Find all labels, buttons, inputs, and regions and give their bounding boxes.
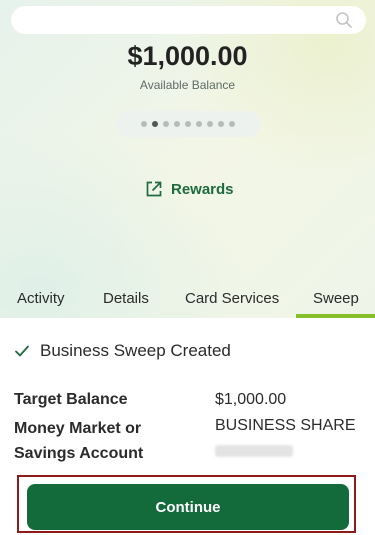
account-label: Money Market or Savings Account	[14, 420, 144, 462]
page-dot[interactable]	[152, 121, 158, 127]
sweep-status: Business Sweep Created	[14, 341, 231, 361]
masked-account-number	[215, 445, 293, 457]
page-dot[interactable]	[229, 121, 235, 127]
target-balance-value: $1,000.00	[215, 391, 287, 408]
tab-card-services[interactable]: Card Services	[185, 290, 279, 307]
account-tabs: Activity Details Card Services Sweep	[0, 282, 375, 318]
page-dot[interactable]	[196, 121, 202, 127]
target-balance-label: Target Balance	[14, 391, 128, 408]
page-dot[interactable]	[185, 121, 191, 127]
page-dot[interactable]	[218, 121, 224, 127]
page-dot[interactable]	[163, 121, 169, 127]
account-balance: $1,000.00	[127, 41, 248, 71]
balance-label: Available Balance	[139, 78, 236, 92]
external-link-icon	[146, 181, 162, 197]
rewards-link[interactable]: Rewards	[145, 178, 234, 200]
tab-sweep[interactable]: Sweep	[313, 290, 359, 307]
account-header: $1,000.00 Available Balance Rewards Acti…	[0, 0, 375, 318]
check-icon	[15, 345, 29, 357]
page-dot[interactable]	[174, 121, 180, 127]
search-input[interactable]	[11, 6, 366, 34]
tab-activity[interactable]: Activity	[17, 290, 65, 307]
page-dot[interactable]	[207, 121, 213, 127]
rewards-label: Rewards	[171, 180, 234, 198]
active-tab-indicator	[296, 314, 375, 318]
tab-details[interactable]: Details	[103, 290, 149, 307]
search-icon[interactable]	[335, 11, 353, 29]
account-value: BUSINESS SHARE	[215, 417, 356, 434]
status-message: Business Sweep Created	[40, 341, 231, 360]
page-dot[interactable]	[141, 121, 147, 127]
continue-button[interactable]: Continue	[27, 484, 349, 530]
page-indicator[interactable]	[116, 111, 260, 137]
